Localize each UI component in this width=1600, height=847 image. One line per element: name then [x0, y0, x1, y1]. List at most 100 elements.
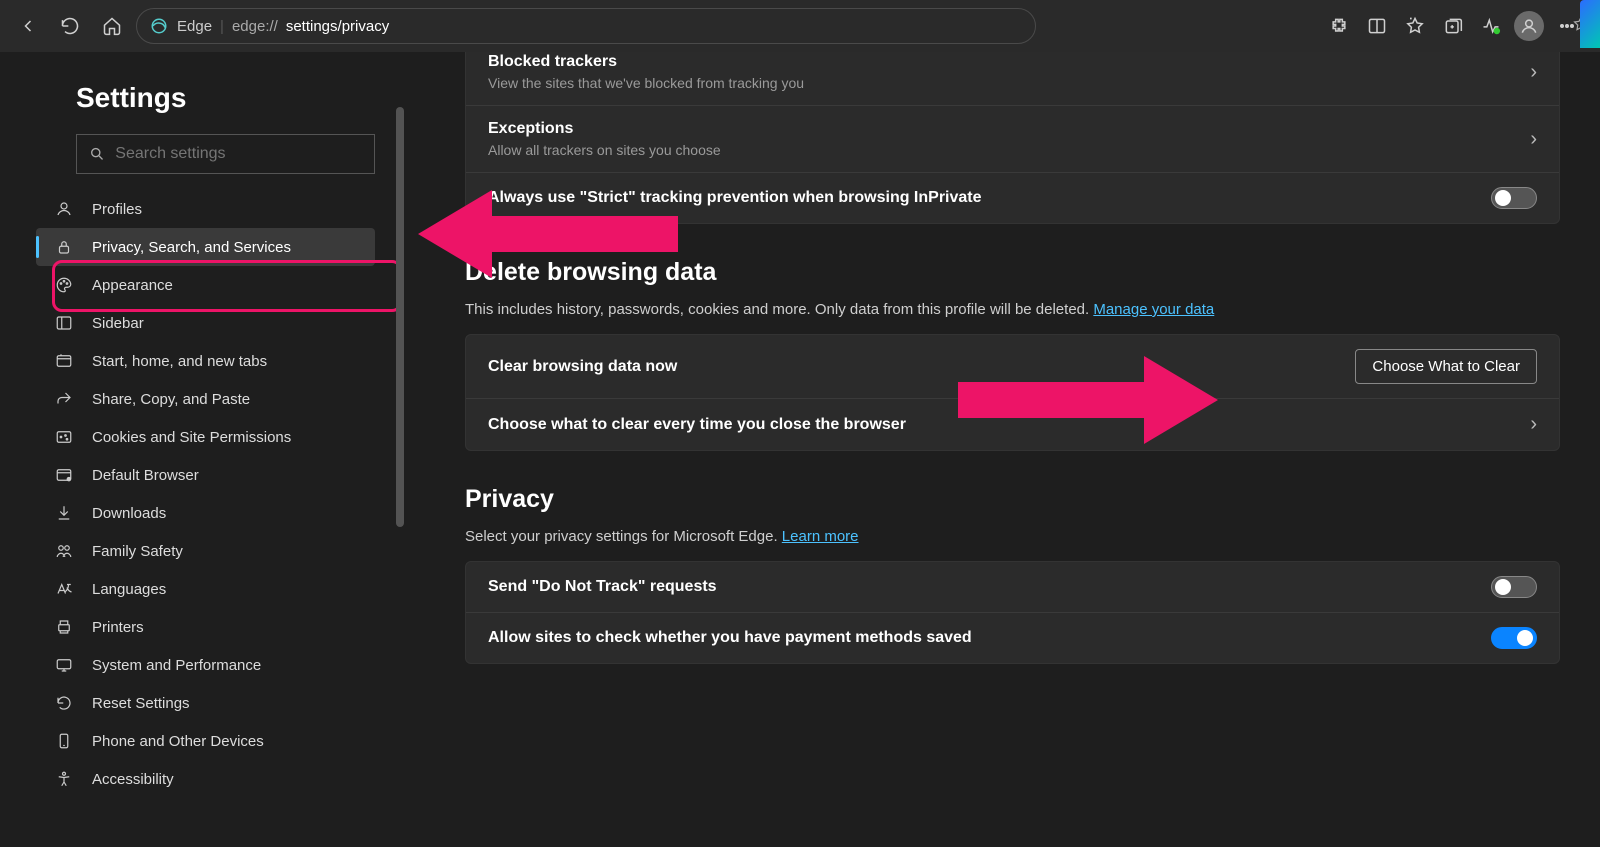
- sidebar-icon: [54, 313, 74, 333]
- lock-icon: [54, 237, 74, 257]
- settings-nav: Profiles Privacy, Search, and Services App…: [76, 190, 375, 798]
- blocked-trackers-title: Blocked trackers: [488, 53, 804, 71]
- sidebar-item-label: Appearance: [92, 277, 173, 294]
- strict-inprivate-toggle[interactable]: [1491, 187, 1537, 209]
- sidebar-item-label: Printers: [92, 619, 144, 636]
- exceptions-sub: Allow all trackers on sites you choose: [488, 142, 721, 158]
- profile-avatar[interactable]: [1512, 8, 1546, 44]
- tracking-card: Blocked trackers View the sites that we'…: [465, 52, 1560, 224]
- sidebar-item-downloads[interactable]: Downloads: [36, 494, 375, 532]
- delete-data-heading: Delete browsing data: [465, 258, 1560, 287]
- share-icon: [54, 389, 74, 409]
- delete-data-desc: This includes history, passwords, cookie…: [465, 301, 1560, 318]
- exceptions-title: Exceptions: [488, 120, 721, 138]
- sidebar-scrollbar[interactable]: [395, 107, 405, 827]
- delete-data-card: Clear browsing data now Choose What to C…: [465, 334, 1560, 451]
- collections-icon[interactable]: [1436, 8, 1470, 44]
- strict-inprivate-row: Always use "Strict" tracking prevention …: [466, 172, 1559, 223]
- clear-now-title: Clear browsing data now: [488, 358, 677, 376]
- refresh-button[interactable]: [52, 8, 88, 44]
- manage-your-data-link[interactable]: Manage your data: [1093, 301, 1214, 318]
- choose-what-to-clear-button[interactable]: Choose What to Clear: [1355, 349, 1537, 384]
- browser-icon: [54, 465, 74, 485]
- phone-icon: [54, 731, 74, 751]
- search-input[interactable]: [115, 145, 362, 163]
- exceptions-row[interactable]: Exceptions Allow all trackers on sites y…: [466, 105, 1559, 172]
- reset-icon: [54, 693, 74, 713]
- payment-methods-toggle[interactable]: [1491, 627, 1537, 649]
- sidebar-item-appearance[interactable]: Appearance: [36, 266, 375, 304]
- browser-toolbar: Edge | edge:// settings/privacy: [0, 0, 1600, 52]
- search-icon: [89, 145, 105, 163]
- languages-icon: [54, 579, 74, 599]
- sidebar-item-sidebar[interactable]: Sidebar: [36, 304, 375, 342]
- settings-title: Settings: [76, 82, 375, 114]
- sidebar-item-label: Profiles: [92, 201, 142, 218]
- chevron-right-icon: ›: [1530, 128, 1537, 151]
- sidebar-item-label: Sidebar: [92, 315, 144, 332]
- payment-methods-title: Allow sites to check whether you have pa…: [488, 629, 972, 647]
- clear-now-row: Clear browsing data now Choose What to C…: [466, 335, 1559, 398]
- settings-sidebar: Settings Profiles Privacy, Search, and Se…: [0, 52, 405, 847]
- sidebar-item-label: Accessibility: [92, 771, 174, 788]
- sidebar-item-system-and-performance[interactable]: System and Performance: [36, 646, 375, 684]
- printer-icon: [54, 617, 74, 637]
- address-url-scheme: edge://: [232, 18, 278, 35]
- sidebar-item-phone-and-other-devices[interactable]: Phone and Other Devices: [36, 722, 375, 760]
- edge-logo-icon: [149, 16, 169, 36]
- download-icon: [54, 503, 74, 523]
- payment-methods-row: Allow sites to check whether you have pa…: [466, 612, 1559, 663]
- address-url-path: settings/privacy: [286, 18, 389, 35]
- blocked-trackers-row[interactable]: Blocked trackers View the sites that we'…: [466, 52, 1559, 105]
- privacy-learn-more-link[interactable]: Learn more: [782, 528, 859, 545]
- clear-on-close-title: Choose what to clear every time you clos…: [488, 416, 906, 434]
- address-bar[interactable]: Edge | edge:// settings/privacy: [136, 8, 1036, 44]
- sidebar-item-start-home-and-new-tabs[interactable]: Start, home, and new tabs: [36, 342, 375, 380]
- sidebar-item-label: Languages: [92, 581, 166, 598]
- sidebar-item-label: Downloads: [92, 505, 166, 522]
- privacy-card: Send "Do Not Track" requests Allow sites…: [465, 561, 1560, 664]
- dnt-toggle[interactable]: [1491, 576, 1537, 598]
- blocked-trackers-sub: View the sites that we've blocked from t…: [488, 75, 804, 91]
- sidebar-item-cookies-and-site-permissions[interactable]: Cookies and Site Permissions: [36, 418, 375, 456]
- back-button[interactable]: [10, 8, 46, 44]
- performance-icon[interactable]: [1474, 8, 1508, 44]
- sidebar-item-default-browser[interactable]: Default Browser: [36, 456, 375, 494]
- chevron-right-icon: ›: [1530, 61, 1537, 84]
- privacy-heading: Privacy: [465, 485, 1560, 514]
- cookies-icon: [54, 427, 74, 447]
- sidebar-item-share-copy-and-paste[interactable]: Share, Copy, and Paste: [36, 380, 375, 418]
- settings-search[interactable]: [76, 134, 375, 174]
- settings-main: Blocked trackers View the sites that we'…: [405, 52, 1600, 847]
- sidebar-item-label: Privacy, Search, and Services: [92, 239, 291, 256]
- dnt-title: Send "Do Not Track" requests: [488, 578, 717, 596]
- sidebar-item-reset-settings[interactable]: Reset Settings: [36, 684, 375, 722]
- sidebar-item-label: Family Safety: [92, 543, 183, 560]
- address-app-label: Edge: [177, 18, 212, 35]
- sidebar-item-printers[interactable]: Printers: [36, 608, 375, 646]
- address-separator: |: [220, 18, 224, 35]
- sidebar-item-family-safety[interactable]: Family Safety: [36, 532, 375, 570]
- extensions-icon[interactable]: [1322, 8, 1356, 44]
- palette-icon: [54, 275, 74, 295]
- sidebar-item-languages[interactable]: Languages: [36, 570, 375, 608]
- favorites-icon[interactable]: [1398, 8, 1432, 44]
- sidebar-item-label: Cookies and Site Permissions: [92, 429, 291, 446]
- sidebar-item-label: Phone and Other Devices: [92, 733, 264, 750]
- toolbar-right: [1322, 8, 1590, 44]
- sidebar-item-label: Default Browser: [92, 467, 199, 484]
- home-button[interactable]: [94, 8, 130, 44]
- system-icon: [54, 655, 74, 675]
- newtab-icon: [54, 351, 74, 371]
- dnt-row: Send "Do Not Track" requests: [466, 562, 1559, 612]
- sidebar-item-label: Reset Settings: [92, 695, 190, 712]
- sidebar-item-profiles[interactable]: Profiles: [36, 190, 375, 228]
- sidebar-item-privacy-search-and-services[interactable]: Privacy, Search, and Services: [36, 228, 375, 266]
- split-screen-icon[interactable]: [1360, 8, 1394, 44]
- clear-on-close-row[interactable]: Choose what to clear every time you clos…: [466, 398, 1559, 450]
- copilot-side-icon[interactable]: [1580, 0, 1600, 48]
- sidebar-item-accessibility[interactable]: Accessibility: [36, 760, 375, 798]
- sidebar-scroll-thumb[interactable]: [396, 107, 404, 527]
- privacy-desc: Select your privacy settings for Microso…: [465, 528, 1560, 545]
- profile-icon: [54, 199, 74, 219]
